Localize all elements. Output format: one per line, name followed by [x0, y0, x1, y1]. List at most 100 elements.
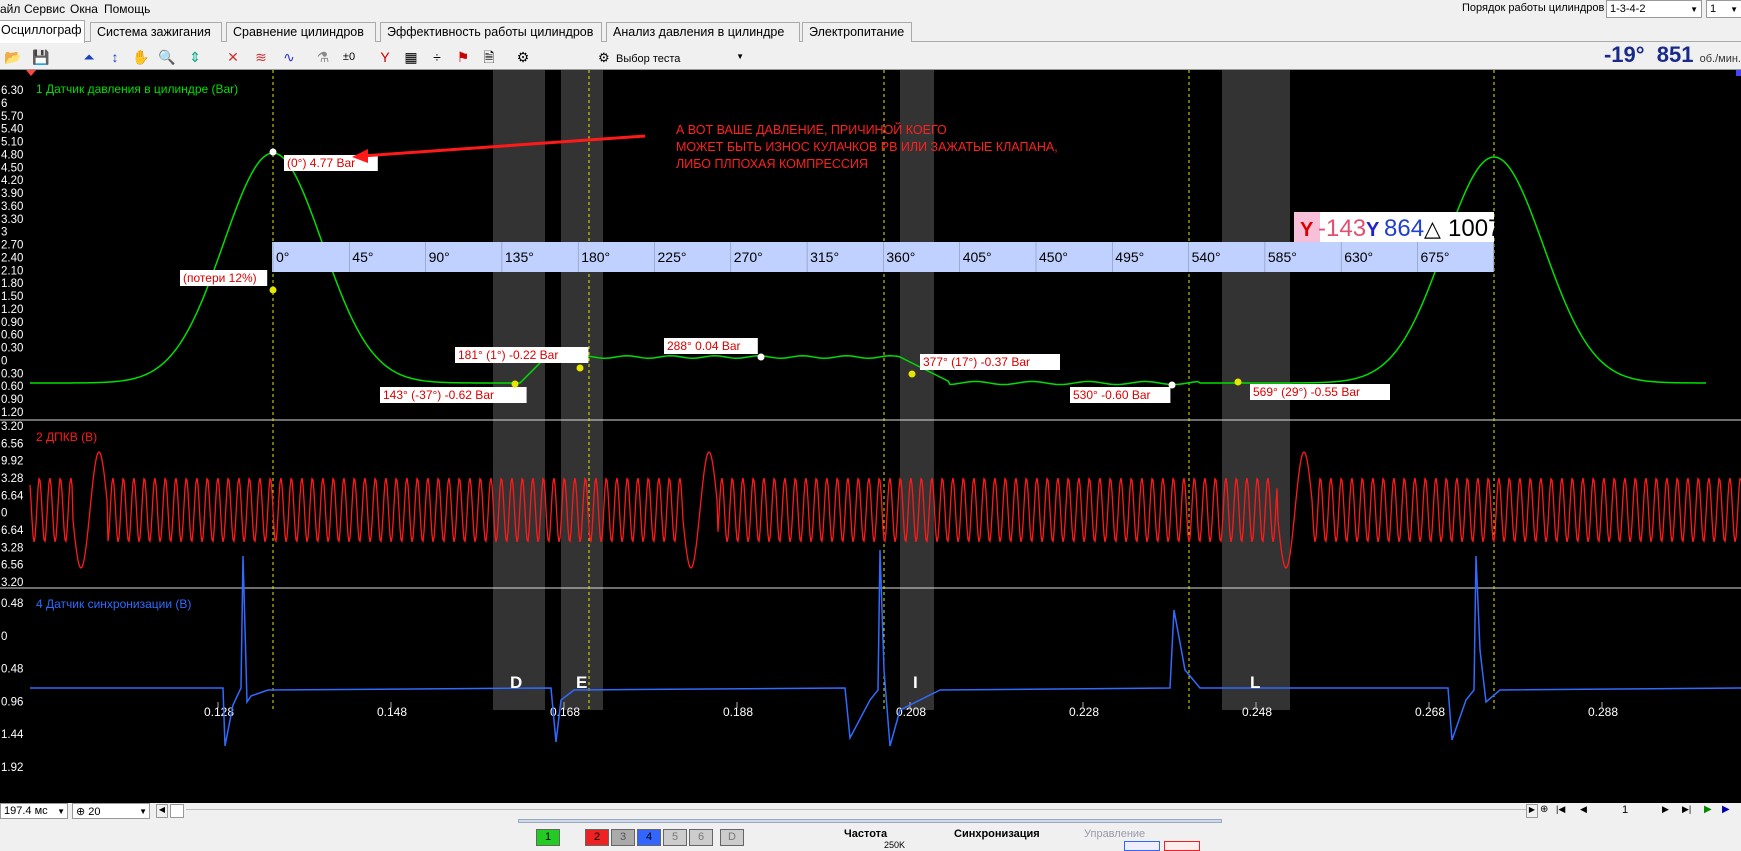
channel-d-button[interactable]: D [720, 829, 744, 846]
channel-2-button[interactable]: 2 [585, 829, 609, 846]
overlay-icon[interactable]: ≋ [250, 46, 272, 68]
y-tick-label: 3.60 [1, 201, 23, 213]
x-tick-label: 0.148 [377, 705, 407, 719]
tab-cylinder-efficiency[interactable]: Эффективность работы цилиндров [380, 22, 602, 42]
degree-label: 90° [429, 249, 450, 265]
y-tick-label: 4.80 [1, 149, 23, 161]
chart-icon[interactable]: ∿ [278, 46, 300, 68]
marker-icon[interactable]: Y [374, 46, 396, 68]
tab-oscilloscope[interactable]: Осциллограф [0, 20, 85, 43]
marker-b-value: 864 [1384, 215, 1424, 242]
page-number: 1 [1622, 804, 1629, 816]
bottom-panel: 1 2 3 4 5 6 D Частота 250K Синхронизация… [0, 819, 1741, 851]
sync-label: Синхронизация [954, 828, 1040, 840]
y-tick-label: 6 [1, 98, 7, 110]
y-tick-label: 0 [1, 355, 7, 367]
offset-icon[interactable]: ±0 [338, 46, 360, 68]
scroll-left-button[interactable]: ◀ [156, 804, 168, 818]
divider-icon[interactable]: ÷ [426, 46, 448, 68]
x-tick-label: 0.128 [204, 705, 234, 719]
channel-4-button[interactable]: 4 [637, 829, 661, 846]
tab-ignition[interactable]: Система зажигания [90, 22, 222, 42]
y-tick-label: 9.92 [1, 456, 23, 468]
marker-a-icon: Y [1300, 219, 1314, 241]
channel-5-button[interactable]: 5 [663, 829, 687, 846]
range-icon[interactable]: ↕ [104, 46, 126, 68]
channel-3-button[interactable]: 3 [611, 829, 635, 846]
settings-icon[interactable]: ⚙ [512, 46, 534, 68]
channel-label: 4 Датчик синхронизации (В) [36, 597, 191, 611]
scrollbar-thumb[interactable] [170, 804, 184, 818]
grid-icon[interactable]: ▦ [400, 46, 422, 68]
panel-splitter[interactable] [518, 819, 1222, 823]
y-tick-label: 0.60 [1, 330, 23, 342]
timebase-value: 197.4 мс [4, 805, 48, 817]
sync-sensor-trace [30, 549, 1741, 747]
control-button-2[interactable] [1164, 841, 1200, 851]
scrollbar-track[interactable] [186, 809, 1526, 810]
tab-power[interactable]: Электропитание [802, 22, 912, 42]
zoom-in-icon[interactable]: ⊕ [1540, 804, 1548, 815]
zoom-icon[interactable]: 🔍 [156, 46, 178, 68]
prev-page-icon[interactable]: ◀ [1580, 804, 1587, 815]
degree-label: 0° [276, 249, 289, 265]
channel-6-button[interactable]: 6 [689, 829, 713, 846]
tab-pressure-analysis[interactable]: Анализ давления в цилиндре [606, 22, 800, 42]
last-page-icon[interactable]: ▶| [1682, 804, 1691, 815]
oscilloscope-view[interactable]: 6.30 6 5.70 5.40 5.10 4.80 4.50 4.20 3.90 3.60 3.3… [0, 70, 1741, 803]
y-tick-label: 3.28 [1, 473, 23, 485]
test-selector-label: Выбор теста [616, 53, 681, 65]
degree-label: 720° [1497, 249, 1526, 265]
first-page-icon[interactable]: |◀ [1556, 804, 1565, 815]
y-tick-label: 0 [1, 508, 7, 520]
measurement-label: (0°) 4.77 Bar [287, 156, 355, 170]
x-tick-label: 0.188 [723, 705, 753, 719]
hand-icon[interactable]: ✋ [130, 46, 152, 68]
degree-label: 360° [886, 249, 915, 265]
document-icon[interactable]: 🗎 [478, 46, 500, 68]
menu-help[interactable]: Помощь [104, 2, 150, 16]
folder-open-icon[interactable]: 📂 [2, 46, 24, 68]
y-tick-label: 2.40 [1, 252, 23, 264]
rpm-value: 851 [1656, 42, 1694, 67]
x-tick-label: 0.268 [1415, 705, 1445, 719]
channel-label: 2 ДПКВ (В) [36, 430, 97, 444]
degree-label: 180° [581, 249, 610, 265]
y-tick-label: 0.60 [1, 381, 23, 393]
measurement-label: 569° (29°) -0.55 Bar [1253, 385, 1360, 399]
scroll-right-button[interactable]: ▶ [1526, 804, 1538, 818]
play-icon[interactable]: ▶ [1704, 804, 1712, 815]
x-tick-label: 0.288 [1588, 705, 1618, 719]
timebase-select[interactable]: 197.4 мс ▼ [0, 803, 68, 819]
y-tick-label: 0.90 [1, 317, 23, 329]
channel-1-button[interactable]: 1 [536, 829, 560, 846]
measurement-point [511, 380, 519, 388]
next-page-icon[interactable]: ▶ [1662, 804, 1669, 815]
cylinder-order-select[interactable]: 1-3-4-2 ▼ [1606, 0, 1702, 18]
chevron-down-icon: ▼ [139, 807, 147, 816]
oscilloscope-canvas[interactable]: 6.3065.705.405.104.804.504.203.903.603.3… [0, 70, 1741, 803]
y-tick-label: 4.50 [1, 162, 23, 174]
zoom-select[interactable]: ⊕ 20 ▼ [72, 803, 150, 819]
flag-icon[interactable]: ⚑ [452, 46, 474, 68]
save-icon[interactable]: 💾 [30, 46, 52, 68]
test-selector[interactable]: ⚙ Выбор теста ▼ [596, 46, 748, 68]
frequency-label: Частота [844, 828, 888, 840]
forward-icon[interactable]: ▶ [1722, 804, 1730, 815]
y-tick-label: 3 [1, 227, 7, 239]
cursors-icon[interactable]: ✕ [222, 46, 244, 68]
control-button-1[interactable] [1124, 841, 1160, 851]
y-tick-label: 0.48 [1, 598, 23, 610]
tab-cylinder-compare[interactable]: Сравнение цилиндров [226, 22, 376, 42]
measurement-label: 143° (-37°) -0.62 Bar [383, 388, 494, 402]
auto-trigger-icon[interactable]: ⏶ [78, 46, 100, 68]
control-label: Управление [1084, 828, 1146, 840]
measurement-label: 377° (17°) -0.37 Bar [923, 355, 1030, 369]
fit-icon[interactable]: ⇕ [184, 46, 206, 68]
cylinder-select[interactable]: 1 ▼ [1706, 0, 1741, 18]
menu-service[interactable]: Сервис [24, 2, 65, 16]
filter-icon[interactable]: ⚗ [312, 46, 334, 68]
trigger-marker-icon [26, 70, 36, 76]
menu-file[interactable]: айл [0, 2, 20, 16]
menu-windows[interactable]: Окна [70, 2, 98, 16]
